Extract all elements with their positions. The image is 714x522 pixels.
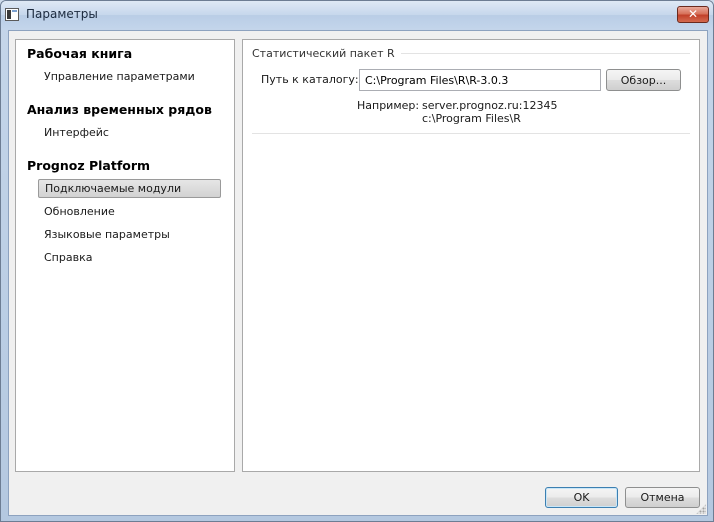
path-label: Путь к каталогу: — [261, 73, 359, 86]
app-window-icon — [5, 8, 19, 21]
example-local-path: c:\Program Files\R — [422, 112, 521, 125]
section-title: Статистический пакет R — [252, 47, 401, 60]
close-icon[interactable]: ✕ — [677, 6, 709, 23]
window-title: Параметры — [26, 7, 98, 21]
sidebar-item-update[interactable]: Обновление — [38, 202, 221, 221]
settings-content: Статистический пакет R Путь к каталогу: … — [242, 39, 700, 472]
nav-group-time-series: Анализ временных рядов — [27, 102, 212, 117]
sidebar-item-help[interactable]: Справка — [38, 248, 221, 267]
sidebar-item-interface[interactable]: Интерфейс — [38, 123, 221, 142]
ok-button[interactable]: OK — [545, 487, 618, 508]
sidebar-item-parameter-management[interactable]: Управление параметрами — [38, 67, 221, 86]
sidebar-item-language[interactable]: Языковые параметры — [38, 225, 221, 244]
dialog-client-area: Рабочая книга Управление параметрами Ана… — [8, 30, 708, 516]
example-label: Например: — [357, 99, 420, 112]
settings-navigation: Рабочая книга Управление параметрами Ана… — [15, 39, 235, 472]
nav-group-prognoz-platform: Prognoz Platform — [27, 158, 151, 173]
title-bar[interactable]: Параметры ✕ — [1, 1, 713, 29]
cancel-button[interactable]: Отмена — [625, 487, 700, 508]
options-dialog: Параметры ✕ Рабочая книга Управление пар… — [0, 0, 714, 522]
section-bottom-divider — [252, 133, 690, 134]
example-server: server.prognoz.ru:12345 — [422, 99, 558, 112]
r-path-input[interactable] — [359, 69, 601, 91]
browse-button[interactable]: Обзор... — [606, 69, 681, 91]
nav-group-workbook: Рабочая книга — [27, 46, 133, 61]
sidebar-item-plugins[interactable]: Подключаемые модули — [38, 179, 221, 198]
